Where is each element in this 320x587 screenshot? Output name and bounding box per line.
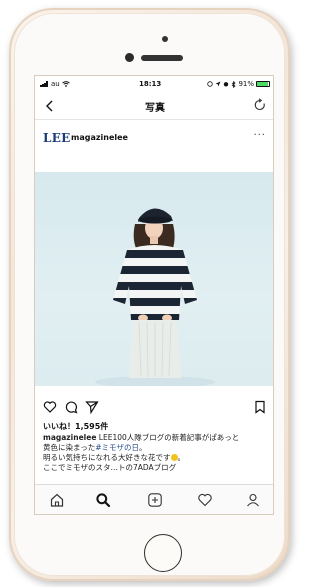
location-icon (215, 81, 221, 87)
bottom-tab-bar (35, 484, 273, 514)
bookmark-icon[interactable] (253, 400, 267, 414)
like-count[interactable]: いいね！1,595件 (43, 421, 108, 432)
post-caption: magazinelee LEE100人隊ブログの新着記事がぱあっと 黄色に染まっ… (43, 433, 269, 473)
navigation-bar: 写真 (35, 92, 273, 120)
smile-emoji-icon (170, 454, 178, 461)
search-icon[interactable] (95, 492, 111, 508)
heart-icon[interactable] (43, 400, 57, 414)
caption-hashtag[interactable]: #ミモザの日 (95, 443, 139, 452)
battery-percent: 91% (238, 80, 254, 88)
brand-logo[interactable]: LEE (43, 131, 71, 145)
caption-line-2: 黄色に染まった (43, 443, 96, 452)
page-title: 写真 (145, 103, 165, 114)
comment-icon[interactable] (64, 400, 78, 414)
home-icon[interactable] (49, 492, 65, 508)
more-horizontal-icon[interactable]: ··· (253, 131, 266, 141)
proximity-sensor (162, 36, 168, 42)
carrier-name: au (51, 80, 60, 88)
earpiece-speaker (141, 55, 183, 61)
status-bar: au 18:13 91% (35, 76, 273, 92)
front-camera (125, 53, 134, 62)
post-username[interactable]: magazinelee (71, 133, 128, 142)
refresh-icon[interactable] (253, 98, 267, 112)
alarm-icon (224, 82, 229, 87)
caption-line-2-end: 。 (139, 443, 147, 452)
heart-icon[interactable] (197, 492, 213, 508)
battery-icon (256, 81, 270, 87)
post-photo[interactable] (35, 172, 273, 386)
status-time: 18:13 (139, 80, 162, 88)
caption-line-3: 明るい気持ちになれる大好きな花です (43, 453, 171, 462)
wifi-icon (61, 81, 70, 87)
caption-line-4: ここでミモザのスタ…トの7ADAブログ (43, 463, 177, 472)
bluetooth-icon (232, 80, 237, 88)
battery-level (257, 82, 268, 86)
caption-line-3-end: 。 (177, 453, 186, 462)
add-post-icon[interactable] (147, 492, 163, 508)
profile-icon[interactable] (245, 492, 261, 508)
app-screen: au 18:13 91% 写真 LEE magazinelee ··· いいね！… (34, 75, 274, 515)
cellular-signal-icon (40, 81, 49, 87)
post-photo-image (95, 208, 215, 386)
rotation-lock-icon (207, 81, 214, 87)
send-icon[interactable] (85, 400, 99, 414)
post-actions (35, 396, 273, 418)
caption-line-1: LEE100人隊ブログの新着記事がぱあっと (96, 433, 240, 442)
home-button[interactable] (144, 534, 182, 572)
post-header: LEE magazinelee ··· (35, 120, 273, 154)
caption-author[interactable]: magazinelee (43, 433, 96, 442)
